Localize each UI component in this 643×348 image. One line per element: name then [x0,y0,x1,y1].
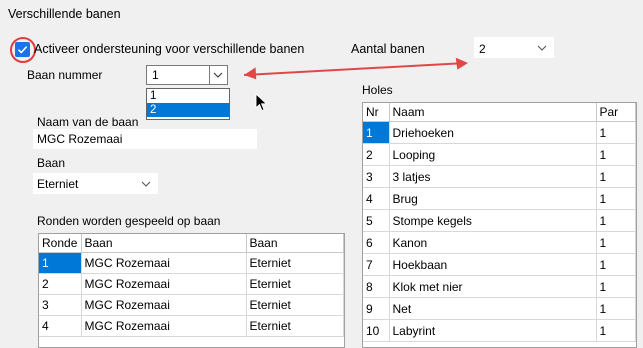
hole-nr[interactable]: 9 [363,297,390,320]
ronde-baan-type[interactable]: Eterniet [246,273,344,295]
ronde-baan[interactable]: MGC Rozemaai [81,294,247,316]
hole-par[interactable]: 1 [596,253,636,276]
hole-par[interactable]: 1 [596,209,636,232]
chevron-down-icon [141,181,151,187]
hole-naam[interactable]: Kanon [389,231,597,254]
hole-par[interactable]: 1 [596,187,636,210]
ronden-table[interactable]: Ronde Baan Baan 1 MGC Rozemaai Eterniet … [38,233,345,348]
naam-van-de-baan-input[interactable]: MGC Rozemaai [33,129,257,149]
hole-nr[interactable]: 1 [363,121,390,144]
hole-nr[interactable]: 5 [363,209,390,232]
hole-nr[interactable]: 10 [363,319,390,342]
hole-nr[interactable]: 6 [363,231,390,254]
table-row[interactable]: 9 Net 1 [363,297,636,320]
ronde-baan[interactable]: MGC Rozemaai [81,273,247,295]
hole-naam[interactable]: Looping [389,143,597,166]
ronde-nr[interactable]: 2 [39,273,82,295]
ronde-baan-type[interactable]: Eterniet [246,294,344,316]
aantal-banen-label: Aantal banen [351,42,425,56]
naam-van-de-baan-label: Naam van de baan [37,115,139,129]
ronde-baan[interactable]: MGC Rozemaai [81,315,247,337]
ronde-nr[interactable]: 4 [39,315,82,337]
hole-naam[interactable]: Stompe kegels [389,209,597,232]
baan-nummer-value: 1 [152,68,159,82]
table-row[interactable]: 2 MGC Rozemaai Eterniet [39,273,344,295]
column-header-baan[interactable]: Baan [81,234,247,253]
baan-nummer-label: Baan nummer [27,68,103,82]
column-header-nr[interactable]: Nr [363,103,390,122]
table-row[interactable]: 33 latjes 1 [363,165,636,188]
table-row[interactable]: 10 Labyrint 1 [363,319,636,342]
baan-nummer-dropdown-button[interactable] [209,66,227,84]
ronde-baan[interactable]: MGC Rozemaai [81,252,247,274]
section-title: Verschillende banen [8,7,121,21]
baan-label: Baan [37,156,66,170]
table-row[interactable]: 5 Stompe kegels 1 [363,209,636,232]
table-row[interactable]: 8 Klok met nier 1 [363,275,636,298]
activate-checkbox-label[interactable]: Activeer ondersteuning voor verschillend… [34,42,304,56]
hole-nr[interactable]: 7 [363,253,390,276]
chevron-down-icon [213,72,223,78]
table-row[interactable]: 7 Hoekbaan 1 [363,253,636,276]
hole-naam[interactable]: 3 latjes [389,165,597,188]
column-header-ronde[interactable]: Ronde [39,234,82,253]
hole-par[interactable]: 1 [596,275,636,298]
hole-nr[interactable]: 2 [363,143,390,166]
baan-nummer-dropdown-list: 1 2 [146,88,230,120]
hole-par[interactable]: 1 [596,165,636,188]
table-row[interactable]: 6 Kanon 1 [363,231,636,254]
column-header-naam[interactable]: Naam [389,103,597,122]
hole-naam[interactable]: Hoekbaan [389,253,597,276]
hole-par[interactable]: 1 [596,143,636,166]
hole-naam[interactable]: Net [389,297,597,320]
table-row[interactable]: 4 MGC Rozemaai Eterniet [39,315,344,337]
annotation-arrow [243,58,468,80]
table-row[interactable]: 2 Looping 1 [363,143,636,166]
column-header-baan-type[interactable]: Baan [246,234,344,253]
hole-naam[interactable]: Labyrint [389,319,597,342]
ronde-baan-type[interactable]: Eterniet [246,252,344,274]
ronde-nr[interactable]: 3 [39,294,82,316]
baan-nummer-select[interactable]: 1 [146,65,228,85]
aantal-banen-select[interactable]: 2 [474,37,554,58]
table-row[interactable]: 4 Brug 1 [363,187,636,210]
hole-nr[interactable]: 8 [363,275,390,298]
hole-par[interactable]: 1 [596,231,636,254]
checkmark-icon [17,46,28,54]
ronden-label: Ronden worden gespeeld op baan [37,214,221,228]
hole-naam[interactable]: Driehoeken [389,121,597,144]
baan-value: Eterniet [37,177,79,191]
dropdown-option-2[interactable]: 2 [147,103,229,117]
hole-naam[interactable]: Klok met nier [389,275,597,298]
chevron-down-icon [537,45,547,51]
table-row[interactable]: 1 Driehoeken 1 [363,121,636,144]
hole-nr[interactable]: 3 [363,165,390,188]
holes-table[interactable]: Nr Naam Par 1 Driehoeken 1 2 Looping 1 3 3 latj… [362,102,637,348]
mouse-cursor-icon [255,93,268,112]
hole-par[interactable]: 1 [596,297,636,320]
ronde-baan-type[interactable]: Eterniet [246,315,344,337]
table-row[interactable]: 3 MGC Rozemaai Eterniet [39,294,344,316]
hole-nr[interactable]: 4 [363,187,390,210]
hole-par[interactable]: 1 [596,121,636,144]
holes-label: Holes [362,83,393,97]
dropdown-option-1[interactable]: 1 [147,89,229,103]
aantal-banen-value: 2 [479,42,486,56]
column-header-par[interactable]: Par [596,103,636,122]
hole-par[interactable]: 1 [596,319,636,342]
baan-select[interactable]: Eterniet [33,173,158,194]
table-row[interactable]: 1 MGC Rozemaai Eterniet [39,252,344,274]
activate-checkbox[interactable] [15,42,30,57]
hole-naam[interactable]: Brug [389,187,597,210]
ronde-nr[interactable]: 1 [39,252,82,274]
